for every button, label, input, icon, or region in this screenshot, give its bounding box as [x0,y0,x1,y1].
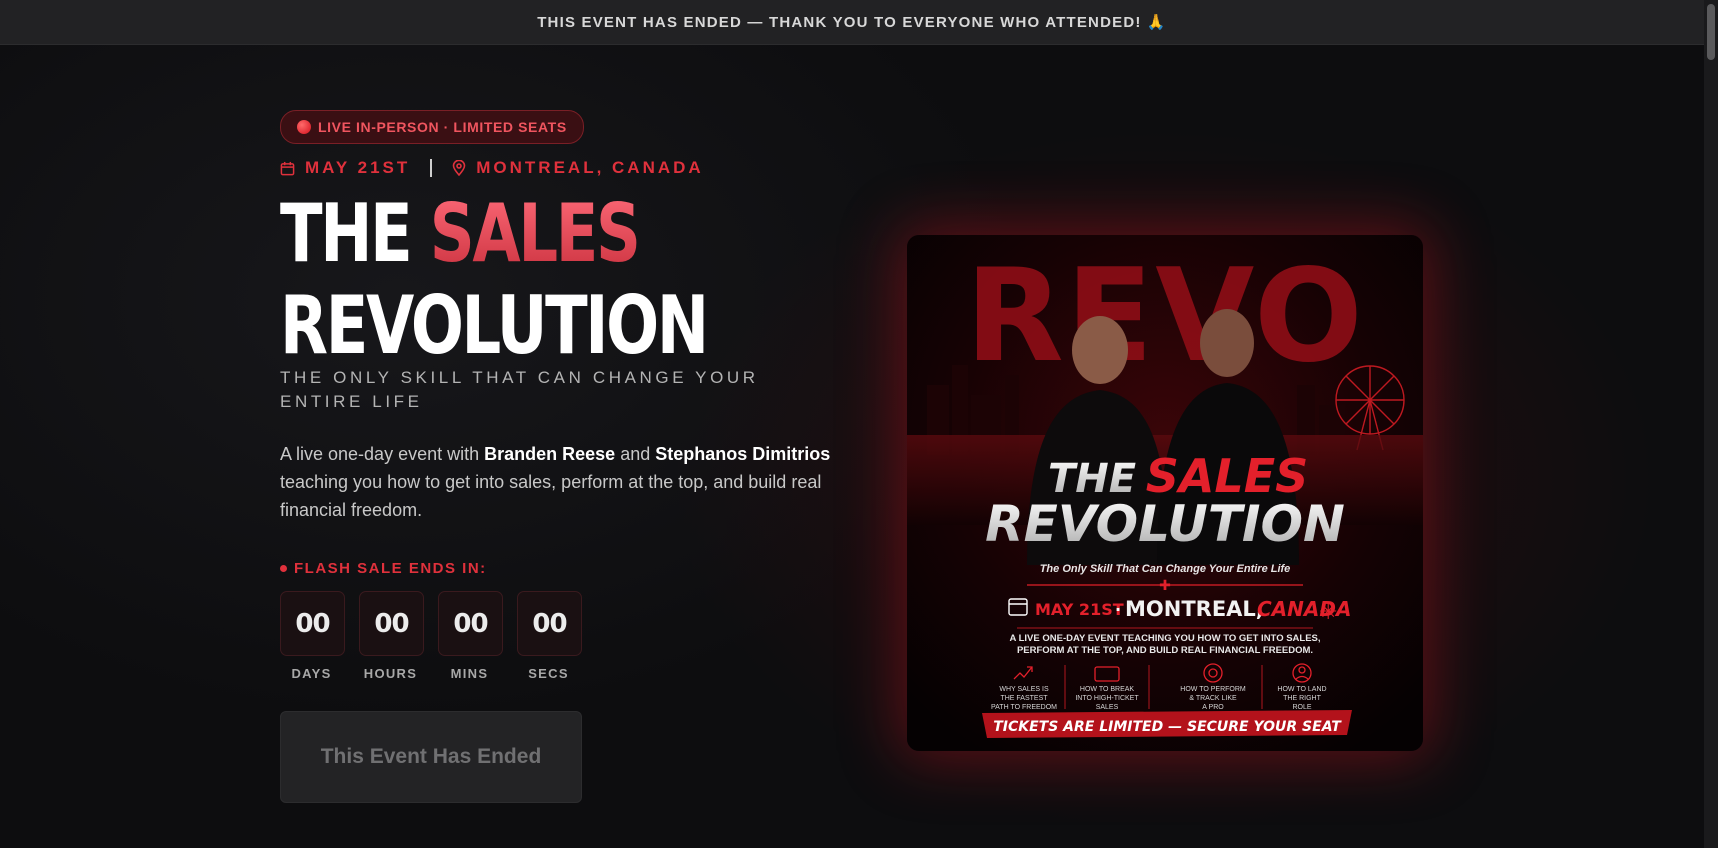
countdown-days-value: 00 [280,591,345,656]
event-description: A live one-day event with Branden Reese … [280,440,860,524]
maple-leaf-icon: ✳ [1319,599,1337,624]
feature-1-line2: THE FASTEST [1000,695,1048,702]
live-dot-icon [297,120,311,134]
poster-title-revolution: REVOLUTION [985,495,1345,553]
countdown-hours-value: 00 [359,591,424,656]
calendar-icon [280,161,295,175]
event-ended-button-label: This Event Has Ended [320,745,542,768]
live-badge-label: LIVE IN-PERSON · LIMITED SEATS [318,119,567,135]
countdown-hours: 00 HOURS [359,591,424,681]
event-date: MAY 21ST [305,158,411,177]
feature-4-line3: ROLE [1292,704,1311,711]
feature-4-line1: HOW TO LAND [1277,686,1326,693]
feature-2-line1: HOW TO BREAK [1080,686,1135,693]
poster-date: MAY 21ST [1035,600,1124,619]
countdown-mins-value: 00 [438,591,503,656]
title-the: THE [280,187,430,280]
countdown-days-label: DAYS [291,666,332,681]
feature-3-line1: HOW TO PERFORM [1180,686,1246,693]
poster-dot: · [1115,600,1121,619]
description-prefix: A live one-day event with [280,444,485,464]
feature-1-line1: WHY SALES IS [999,686,1049,693]
countdown-timer: 00 DAYS 00 HOURS 00 MINS 00 SECS [280,591,860,681]
feature-3-line2: & TRACK LIKE [1189,695,1237,702]
flash-sale-label: FLASH SALE ENDS IN: [280,560,860,577]
feature-1-line3: PATH TO FREEDOM [991,704,1057,711]
flash-dot-icon [280,565,287,572]
poster-subtitle: The Only Skill That Can Change Your Enti… [1040,563,1291,575]
event-poster: REVO THE SALES REVOLUTION The Only Skill… [907,235,1423,751]
countdown-hours-label: HOURS [363,666,418,681]
title-sales-accent: SALES [429,187,641,280]
hero-section: LIVE IN-PERSON · LIMITED SEATS MAY 21ST … [280,110,860,803]
event-location: MONTREAL, CANADA [476,158,704,177]
poster-cross-icon: ✚ [1159,577,1171,593]
poster-city: MONTREAL, [1125,597,1264,621]
event-ended-button[interactable]: This Event Has Ended [280,711,582,803]
poster-backdrop-word: REVO [965,242,1365,391]
description-joiner: and [615,444,656,464]
flash-sale-text: FLASH SALE ENDS IN: [294,560,487,577]
poster-footer: TICKETS ARE LIMITED — SECURE YOUR SEAT [993,719,1342,735]
poster-blurb-line1: A LIVE ONE-DAY EVENT TEACHING YOU HOW TO… [1009,633,1320,644]
feature-4-line2: THE RIGHT [1283,695,1321,702]
countdown-mins: 00 MINS [438,591,503,681]
date-location-divider [430,159,433,177]
poster-graphic: REVO THE SALES REVOLUTION The Only Skill… [907,235,1423,751]
event-date-location: MAY 21ST MONTREAL, CANADA [280,158,860,178]
countdown-secs-label: SECS [528,666,569,681]
countdown-secs: 00 SECS [517,591,582,681]
title-revolution: REVOLUTION [280,279,709,372]
feature-3-line3: A PRO [1202,704,1224,711]
live-badge: LIVE IN-PERSON · LIMITED SEATS [280,110,584,144]
countdown-mins-label: MINS [450,666,489,681]
countdown-days: 00 DAYS [280,591,345,681]
host-stephanos: Stephanos Dimitrios [655,444,831,464]
host-branden: Branden Reese [484,444,616,464]
event-ended-banner: THIS EVENT HAS ENDED — THANK YOU TO EVER… [0,0,1704,45]
page-title: THE SALES REVOLUTION [280,188,873,372]
tagline: THE ONLY SKILL THAT CAN CHANGE YOUR ENTI… [280,368,759,411]
poster-blurb-line2: PERFORM AT THE TOP, AND BUILD REAL FINAN… [1017,645,1313,656]
countdown-secs-value: 00 [517,591,582,656]
scrollbar-thumb[interactable] [1707,4,1715,60]
description-suffix: teaching you how to get into sales, perf… [280,472,822,520]
feature-2-line3: SALES [1096,704,1119,711]
page-scrollbar[interactable] [1704,0,1718,848]
banner-text: THIS EVENT HAS ENDED — THANK YOU TO EVER… [537,14,1167,31]
location-pin-icon [452,160,466,176]
feature-2-line2: INTO HIGH-TICKET [1075,695,1139,702]
